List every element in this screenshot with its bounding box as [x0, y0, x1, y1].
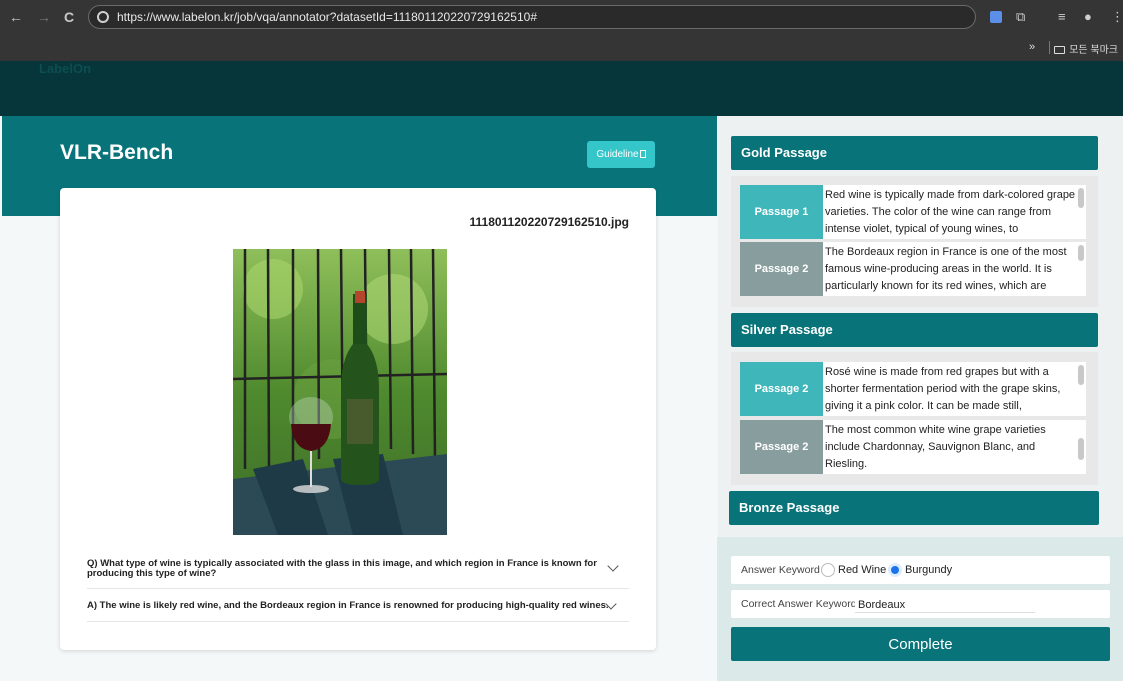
bookmarks-more-icon[interactable]: » — [1029, 41, 1035, 53]
bookmark-divider — [1049, 41, 1050, 54]
extension-icon[interactable] — [990, 11, 1002, 23]
bookmarks-folder-label: 모든 북마크 — [1069, 45, 1118, 56]
app-header — [0, 61, 1123, 116]
media-icon[interactable]: ≡ — [1058, 9, 1066, 24]
annotation-card: 111801120220729162510.jpg Q) What type o… — [60, 188, 656, 650]
answer-row[interactable]: A) The wine is likely red wine, and the … — [87, 589, 629, 622]
radio-red-wine-label[interactable]: Red Wine — [838, 564, 886, 576]
document-icon — [639, 150, 646, 158]
question-text: Q) What type of wine is typically associ… — [87, 558, 597, 579]
passage-scrollbar[interactable] — [1078, 365, 1084, 385]
puzzle-icon[interactable]: ⧉ — [1016, 9, 1025, 25]
brand-logo[interactable]: LabelOn — [39, 61, 91, 76]
passage-label[interactable]: Passage 2 — [740, 362, 823, 416]
passage-text: Rosé wine is made from red grapes but wi… — [825, 366, 1061, 412]
profile-icon[interactable]: ● — [1084, 9, 1092, 24]
answer-keyword-field: Answer Keyword Red Wine Burgundy — [731, 556, 1110, 584]
bookmarks-folder[interactable]: 모든 북마크 — [1054, 41, 1118, 56]
silver-passage-item[interactable]: Passage 2 The most common white wine gra… — [740, 420, 1086, 474]
gold-passage-item[interactable]: Passage 2 The Bordeaux region in France … — [740, 242, 1086, 296]
back-icon[interactable]: ← — [9, 9, 23, 25]
passage-text: The Bordeaux region in France is one of … — [825, 246, 1067, 292]
address-bar[interactable]: https://www.labelon.kr/job/vqa/annotator… — [88, 5, 976, 29]
silver-passage-header[interactable]: Silver Passage — [731, 313, 1098, 347]
passage-label[interactable]: Passage 1 — [740, 185, 823, 239]
passage-scrollbar[interactable] — [1078, 245, 1084, 261]
bronze-passage-header[interactable]: Bronze Passage — [729, 491, 1099, 525]
bookmark-bar — [0, 34, 1123, 61]
radio-burgundy[interactable] — [888, 563, 902, 577]
answer-text: A) The wine is likely red wine, and the … — [87, 600, 609, 611]
passage-text: Red wine is typically made from dark-col… — [825, 189, 1076, 235]
complete-button[interactable]: Complete — [731, 627, 1110, 661]
passage-label[interactable]: Passage 2 — [740, 420, 823, 474]
gold-passage-item[interactable]: Passage 1 Red wine is typically made fro… — [740, 185, 1086, 239]
menu-icon[interactable]: ⋮ — [1111, 9, 1123, 25]
question-row[interactable]: Q) What type of wine is typically associ… — [87, 557, 629, 589]
correct-keyword-input[interactable] — [855, 597, 1035, 613]
passage-label[interactable]: Passage 2 — [740, 242, 823, 296]
correct-keyword-label: Correct Answer Keyword — [741, 598, 857, 610]
chevron-down-icon[interactable] — [607, 560, 619, 572]
url-text[interactable]: https://www.labelon.kr/job/vqa/annotator… — [117, 10, 537, 24]
passage-scrollbar[interactable] — [1078, 188, 1084, 208]
silver-passage-list: Passage 2 Rosé wine is made from red gra… — [731, 352, 1098, 485]
passage-scrollbar[interactable] — [1078, 438, 1084, 460]
guideline-button[interactable]: Guideline — [587, 141, 655, 168]
gold-passage-header[interactable]: Gold Passage — [731, 136, 1098, 170]
image-filename: 111801120220729162510.jpg — [469, 215, 630, 229]
passage-text: The most common white wine grape varieti… — [825, 424, 1046, 470]
photo-illustration — [233, 249, 447, 535]
radio-red-wine[interactable] — [821, 563, 835, 577]
guideline-label: Guideline — [596, 149, 639, 160]
page-title: VLR-Bench — [60, 141, 174, 164]
wine-photo — [233, 249, 447, 535]
forward-icon[interactable]: → — [37, 9, 51, 25]
answer-keyword-label: Answer Keyword — [741, 564, 820, 576]
gold-passage-list: Passage 1 Red wine is typically made fro… — [731, 176, 1098, 307]
radio-burgundy-label[interactable]: Burgundy — [905, 564, 952, 576]
folder-icon — [1054, 46, 1066, 54]
site-info-icon[interactable] — [97, 11, 109, 23]
reload-icon[interactable]: C — [64, 9, 74, 25]
correct-keyword-field: Correct Answer Keyword — [731, 590, 1110, 618]
silver-passage-item[interactable]: Passage 2 Rosé wine is made from red gra… — [740, 362, 1086, 416]
